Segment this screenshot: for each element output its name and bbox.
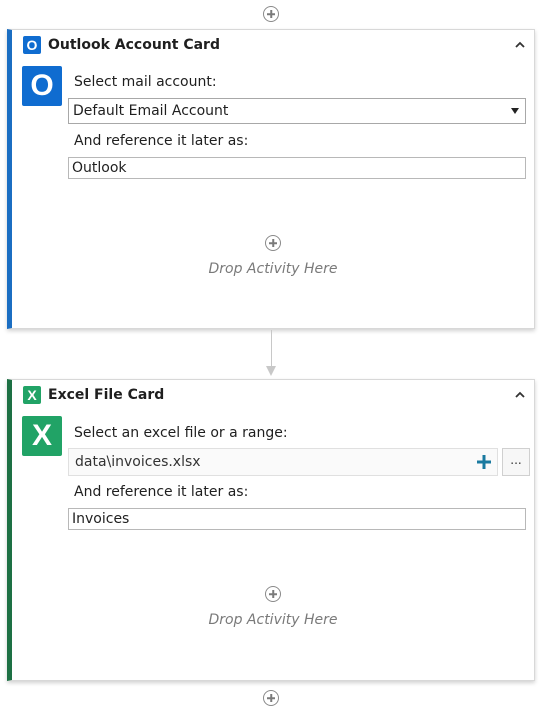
drop-activity-zone[interactable]: Drop Activity Here bbox=[12, 235, 534, 285]
flow-connector-line bbox=[271, 330, 272, 368]
mail-account-label: Select mail account: bbox=[74, 74, 217, 90]
outlook-icon: O bbox=[23, 36, 41, 54]
excel-file-input[interactable]: data\invoices.xlsx bbox=[68, 448, 498, 476]
card-title: Outlook Account Card bbox=[48, 37, 220, 53]
drop-activity-text: Drop Activity Here bbox=[208, 261, 338, 277]
browse-button[interactable]: ... bbox=[502, 448, 530, 476]
card-header: O Outlook Account Card bbox=[12, 30, 534, 60]
collapse-chevron-icon[interactable] bbox=[514, 39, 526, 51]
reference-label: And reference it later as: bbox=[74, 133, 249, 149]
drop-activity-text: Drop Activity Here bbox=[208, 612, 338, 628]
add-activity-icon[interactable] bbox=[265, 235, 281, 251]
reference-label: And reference it later as: bbox=[74, 484, 249, 500]
add-activity-top-icon[interactable] bbox=[263, 6, 279, 22]
drop-activity-zone[interactable]: Drop Activity Here bbox=[12, 586, 534, 636]
reference-name-input[interactable]: Invoices bbox=[68, 508, 526, 530]
excel-file-card: X Excel File Card X Select an excel file… bbox=[7, 379, 535, 681]
card-header: X Excel File Card bbox=[12, 380, 534, 410]
collapse-chevron-icon[interactable] bbox=[514, 389, 526, 401]
excel-file-value: data\invoices.xlsx bbox=[75, 454, 201, 470]
dropdown-arrow-icon bbox=[511, 108, 519, 114]
card-title: Excel File Card bbox=[48, 387, 165, 403]
reference-name-input[interactable]: Outlook bbox=[68, 157, 526, 179]
excel-file-label: Select an excel file or a range: bbox=[74, 425, 288, 441]
add-activity-icon[interactable] bbox=[265, 586, 281, 602]
excel-icon: X bbox=[23, 386, 41, 404]
excel-large-icon: X bbox=[22, 416, 62, 456]
flow-arrow-icon bbox=[266, 366, 276, 376]
add-file-icon[interactable] bbox=[477, 455, 491, 469]
outlook-account-card: O Outlook Account Card O Select mail acc… bbox=[7, 29, 535, 329]
add-activity-bottom-icon[interactable] bbox=[263, 690, 279, 706]
mail-account-select[interactable]: Default Email Account bbox=[68, 98, 526, 124]
mail-account-value: Default Email Account bbox=[73, 103, 229, 119]
outlook-large-icon: O bbox=[22, 66, 62, 106]
